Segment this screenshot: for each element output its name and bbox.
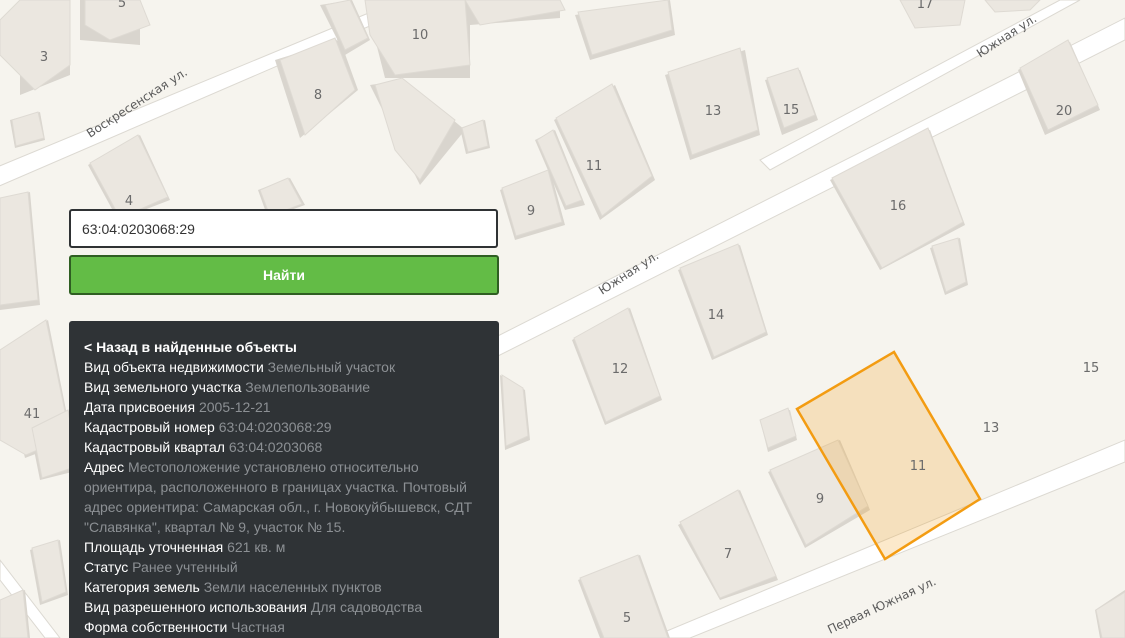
info-key: Кадастровый квартал bbox=[84, 439, 225, 455]
house-number: 13 bbox=[705, 104, 722, 119]
info-row: Площадь уточненная 621 кв. м bbox=[84, 537, 483, 557]
info-key: Форма собственности bbox=[84, 619, 228, 635]
info-value: Частная bbox=[231, 619, 285, 635]
info-key: Вид объекта недвижимости bbox=[84, 359, 264, 375]
house-number: 5 bbox=[118, 0, 126, 11]
house-number: 17 bbox=[917, 0, 934, 12]
info-row: Форма собственности Частная bbox=[84, 617, 483, 637]
info-key: Дата присвоения bbox=[84, 399, 196, 415]
info-key: Вид земельного участка bbox=[84, 379, 242, 395]
info-row: Кадастровый номер 63:04:0203068:29 bbox=[84, 417, 483, 437]
info-key: Категория земель bbox=[84, 579, 200, 595]
house-number: 41 bbox=[24, 407, 41, 422]
info-value: Землепользование bbox=[245, 379, 371, 395]
house-number: 3 bbox=[40, 50, 48, 65]
house-number: 9 bbox=[527, 204, 535, 219]
info-value: 63:04:0203068 bbox=[228, 439, 323, 455]
house-number: 8 bbox=[314, 88, 322, 103]
house-number: 12 bbox=[612, 362, 629, 377]
search-button[interactable]: Найти bbox=[69, 255, 499, 295]
info-row: Дата присвоения 2005-12-21 bbox=[84, 397, 483, 417]
info-key: Площадь уточненная bbox=[84, 539, 224, 555]
info-row: Статус Ранее учтенный bbox=[84, 557, 483, 577]
info-value: Земельный участок bbox=[267, 359, 396, 375]
house-number: 15 bbox=[783, 103, 800, 118]
info-row: Категория земель Земли населенных пункто… bbox=[84, 577, 483, 597]
house-number: 15 bbox=[1083, 361, 1100, 376]
house-number: 14 bbox=[708, 308, 725, 323]
info-value: 63:04:0203068:29 bbox=[218, 419, 332, 435]
house-number: 13 bbox=[983, 421, 1000, 436]
info-row: Вид земельного участка Землепользование bbox=[84, 377, 483, 397]
info-value: 2005-12-21 bbox=[198, 399, 271, 415]
house-number: 10 bbox=[412, 28, 429, 43]
info-value: Местоположение установлено относительно … bbox=[84, 459, 473, 535]
info-key: Статус bbox=[84, 559, 129, 575]
info-row: Кадастровый квартал 63:04:0203068 bbox=[84, 437, 483, 457]
info-value: Для садоводства bbox=[310, 599, 423, 615]
back-to-results-link[interactable]: < Назад в найденные объекты bbox=[84, 337, 483, 357]
house-number: 9 bbox=[816, 492, 824, 507]
info-key: Кадастровый номер bbox=[84, 419, 215, 435]
info-key: Адрес bbox=[84, 459, 125, 475]
cadastral-search-input[interactable] bbox=[69, 209, 498, 248]
info-value: Земли населенных пунктов bbox=[203, 579, 382, 595]
info-row: Адрес Местоположение установлено относит… bbox=[84, 457, 483, 537]
object-info-panel: < Назад в найденные объекты Вид объекта … bbox=[69, 321, 499, 638]
house-number: 5 bbox=[623, 611, 631, 626]
house-number: 7 bbox=[724, 547, 732, 562]
info-key: Вид разрешенного использования bbox=[84, 599, 307, 615]
house-number: 20 bbox=[1056, 104, 1073, 119]
info-value: Ранее учтенный bbox=[132, 559, 238, 575]
info-row: Вид разрешенного использования Для садов… bbox=[84, 597, 483, 617]
house-number: 11 bbox=[910, 459, 927, 474]
house-number: 11 bbox=[586, 159, 603, 174]
info-row: Вид объекта недвижимости Земельный участ… bbox=[84, 357, 483, 377]
house-number: 16 bbox=[890, 199, 907, 214]
house-number: 4 bbox=[125, 194, 133, 209]
info-value: 621 кв. м bbox=[227, 539, 286, 555]
